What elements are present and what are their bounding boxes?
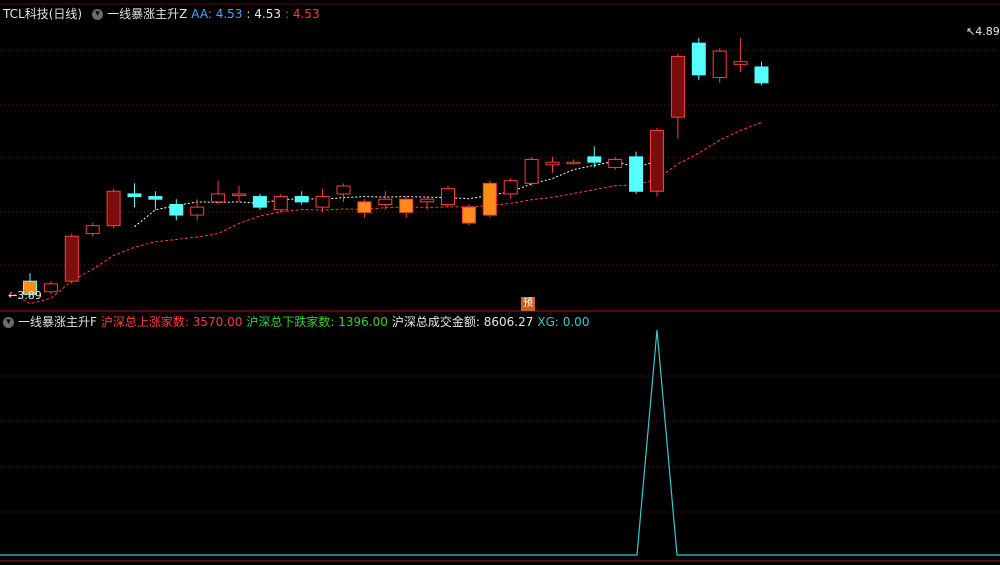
high-price-label: 4.89 (975, 25, 1000, 38)
down-count-label: 沪深总下跌家数: 1396.00 (246, 315, 388, 329)
sub-indicator-name[interactable]: 一线暴涨主升F (18, 315, 97, 329)
main-indicator-name[interactable]: 一线暴涨主升Z (107, 7, 187, 21)
candle-body (524, 159, 539, 184)
candle-body (294, 196, 309, 203)
candle-body (587, 156, 602, 163)
low-arrow-icon: ← (8, 289, 18, 302)
high-price-tag: ↖4.89 (966, 25, 1000, 38)
candle-body (545, 161, 560, 166)
xg-line (0, 329, 1000, 556)
candle-body (315, 196, 330, 208)
low-price-tag: ←3.89 (8, 289, 42, 302)
candle-body (650, 129, 664, 192)
candle-body (420, 198, 435, 203)
candle-body (629, 156, 644, 192)
candle-body (461, 206, 476, 224)
candle-body (503, 180, 518, 195)
up-count-label: 沪深总上涨家数: 3570.00 (100, 315, 243, 329)
candle-body (106, 190, 121, 227)
candle-body (43, 283, 58, 293)
candle-body (273, 196, 288, 211)
low-price-label: 3.89 (17, 289, 42, 302)
candle-body (148, 196, 163, 200)
chevron-down-icon[interactable]: ▾ (92, 9, 104, 20)
forecast-badge[interactable]: 预 (521, 297, 535, 311)
aa-sep-value: : 4.53 (246, 7, 281, 21)
stock-name[interactable]: TCL科技(日线) (3, 7, 82, 21)
candle-body (733, 61, 748, 65)
candle-body (754, 66, 769, 84)
candle-body (190, 206, 205, 216)
sub-panel-header: ▾ 一线暴涨主升F 沪深总上涨家数: 3570.00 沪深总下跌家数: 1396.00… (0, 313, 593, 331)
candle-body (691, 42, 706, 76)
candle-body (211, 193, 226, 203)
candle-body (169, 203, 184, 216)
chevron-down-icon[interactable]: ▾ (3, 317, 14, 328)
amount-label: 沪深总成交金额: 8606.27 (391, 315, 534, 329)
candle-body (378, 198, 393, 205)
candle-body (441, 188, 455, 205)
ma-red-line (9, 122, 762, 305)
candle-body (252, 196, 267, 208)
aa-last-value: : 4.53 (285, 7, 320, 21)
high-arrow-icon: ↖ (966, 25, 976, 38)
candle-body (670, 55, 685, 118)
candle-body (232, 193, 246, 196)
candle-body (399, 198, 414, 213)
candle-body (712, 50, 727, 79)
candle-body (85, 225, 100, 235)
kline-chart[interactable] (0, 0, 1000, 565)
xg-label: XG: 0.00 (537, 315, 590, 329)
candle-body (127, 193, 142, 198)
main-panel-header: TCL科技(日线) ▾ 一线暴涨主升Z AA: 4.53: 4.53: 4.53 (0, 5, 324, 23)
candle-body (64, 235, 79, 282)
candle-body (608, 159, 623, 168)
candle-body (357, 201, 372, 213)
candle-body (566, 161, 581, 165)
candle-body (336, 185, 351, 195)
candle-body (482, 182, 497, 216)
aa-label: AA: 4.53 (191, 7, 243, 21)
